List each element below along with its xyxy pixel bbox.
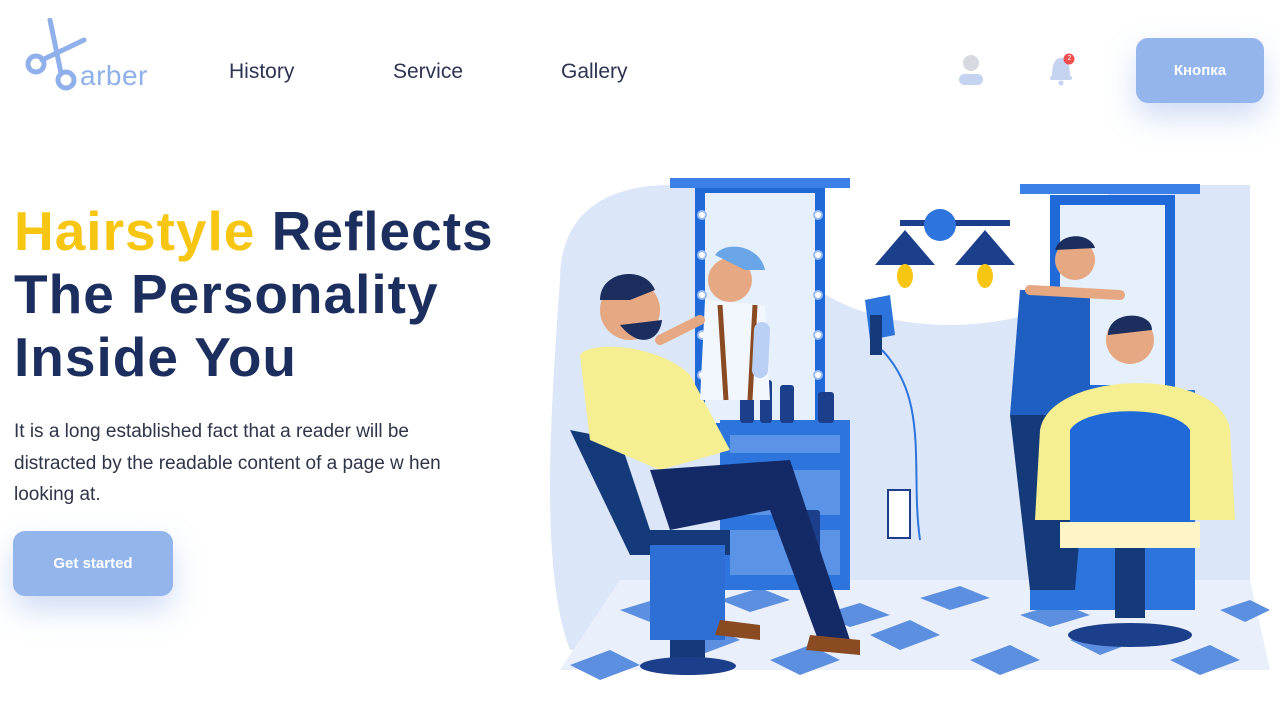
barbershop-illustration: [550, 170, 1270, 680]
nav-gallery[interactable]: Gallery: [561, 60, 628, 84]
get-started-button[interactable]: Get started: [13, 531, 173, 596]
landing-page: arber History Service Gallery 2 Кнопка H…: [0, 0, 1280, 702]
logo-text: arber: [80, 60, 148, 91]
bell-icon[interactable]: 2: [1046, 52, 1078, 88]
logo[interactable]: arber: [24, 18, 164, 98]
hero-description: It is a long established fact that a rea…: [14, 421, 441, 505]
headline-line-2: The Personality: [14, 263, 439, 325]
headline-line-3: Inside You: [14, 326, 298, 388]
nav-service[interactable]: Service: [393, 60, 463, 84]
header-button[interactable]: Кнопка: [1136, 38, 1264, 103]
nav-history[interactable]: History: [229, 60, 294, 84]
notification-badge: 2: [1067, 55, 1072, 62]
hero-headline: Hairstyle Reflects The Personality Insid…: [14, 200, 554, 389]
headline-accent: Hairstyle: [14, 200, 256, 262]
headline-part-1: Reflects: [255, 200, 494, 262]
user-icon[interactable]: [956, 52, 986, 88]
